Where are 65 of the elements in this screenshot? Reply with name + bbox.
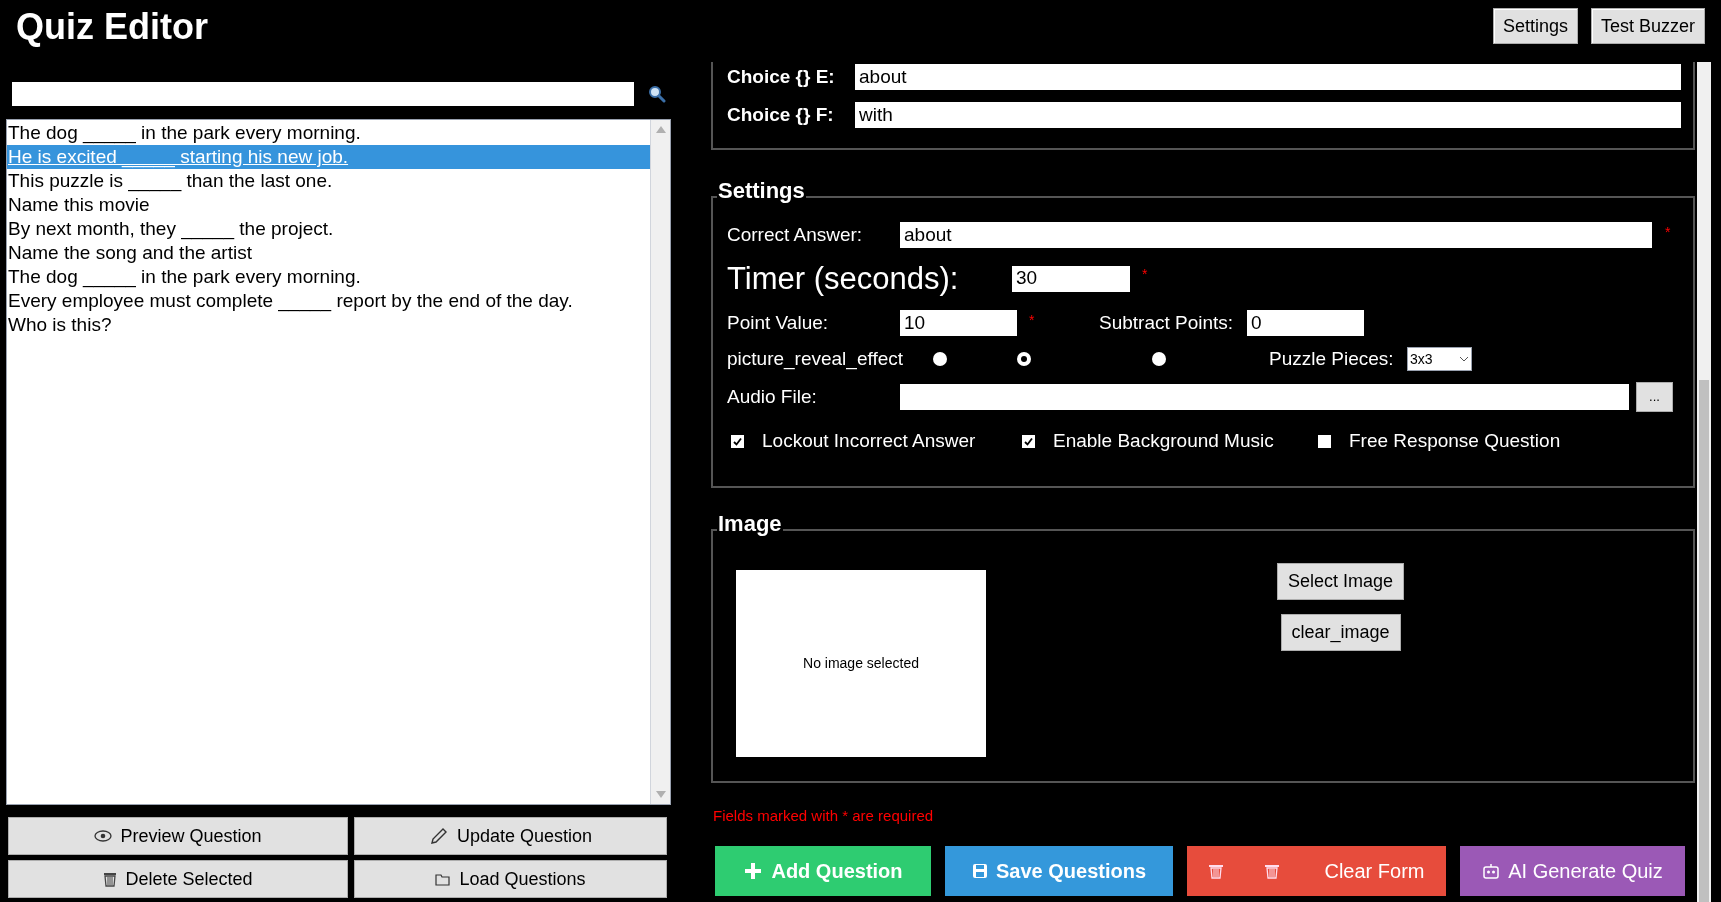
checkbox-label: Lockout Incorrect Answer	[762, 428, 976, 453]
field-label: Audio File:	[727, 384, 818, 409]
image-button[interactable]: clear_image	[1280, 614, 1401, 651]
checkbox[interactable]	[1022, 434, 1035, 448]
question-item[interactable]: Who is this?	[7, 313, 650, 337]
browse-button[interactable]: ...	[1636, 382, 1673, 412]
radio-button[interactable]	[1017, 352, 1031, 366]
field-label: Correct Answer:	[727, 222, 864, 247]
list-button[interactable]: Update Question	[354, 817, 667, 855]
chevron-down-icon	[1459, 356, 1469, 362]
window-title: Quiz Editor	[16, 6, 208, 48]
question-item[interactable]: Name the song and the artist	[7, 241, 650, 265]
checkbox[interactable]	[731, 434, 744, 448]
input-field[interactable]: 0	[1247, 310, 1364, 336]
radio-button[interactable]	[1152, 352, 1166, 366]
list-button[interactable]: Preview Question	[8, 817, 348, 855]
question-item[interactable]: The dog _____ in the park every morning.	[7, 265, 650, 289]
input-field[interactable]: 30	[1012, 265, 1130, 292]
scrollbar[interactable]	[1697, 62, 1711, 902]
search-icon[interactable]	[648, 85, 666, 103]
trash-icon	[1264, 863, 1281, 879]
header-button[interactable]: Settings	[1492, 8, 1578, 44]
question-item[interactable]: Every employee must complete _____ report by the end of the day.	[7, 289, 650, 313]
list-button[interactable]: Load Questions	[354, 860, 667, 898]
field-label: Point Value:	[727, 310, 830, 335]
action-button[interactable]: Clear Form	[1187, 846, 1446, 896]
required-note: Fields marked with * are required	[713, 807, 935, 825]
choice-field[interactable]: with	[855, 102, 1681, 128]
robot-icon	[1482, 863, 1501, 879]
header-button[interactable]: Test Buzzer	[1590, 8, 1705, 44]
search-field[interactable]	[12, 82, 634, 106]
checkbox[interactable]	[1318, 434, 1331, 448]
folder-icon	[435, 872, 452, 886]
save-icon	[971, 863, 988, 879]
field-label: picture_reveal_effect	[727, 346, 905, 372]
plus-icon	[743, 861, 764, 881]
checkbox-label: Enable Background Music	[1053, 428, 1274, 453]
trash-icon	[1208, 863, 1225, 879]
image-button[interactable]: Select Image	[1277, 563, 1405, 600]
field-label: Puzzle Pieces:	[1269, 346, 1395, 371]
trash-icon	[103, 871, 118, 887]
placeholder-text: No image selected	[803, 654, 919, 673]
field-label: Timer (seconds):	[727, 261, 960, 296]
question-item[interactable]: Name this movie	[7, 193, 650, 217]
action-button[interactable]: AI Generate Quiz	[1460, 846, 1685, 896]
required-mark: *	[1029, 311, 1036, 330]
question-item[interactable]: By next month, they _____ the project.	[7, 217, 650, 241]
input-field[interactable]: about	[900, 222, 1652, 248]
required-mark: *	[1665, 223, 1671, 242]
list-button[interactable]: Delete Selected	[8, 860, 348, 898]
required-mark: *	[1142, 265, 1148, 284]
scroll-thumb[interactable]	[1699, 380, 1709, 902]
input-field[interactable]: 10	[900, 310, 1017, 336]
question-item[interactable]: This puzzle is _____ than the last one.	[7, 169, 650, 193]
radio-button[interactable]	[933, 352, 947, 366]
question-item[interactable]: The dog _____ in the park every morning.	[7, 121, 650, 145]
eye-icon	[94, 830, 113, 842]
field-label: Choice {} F:	[727, 102, 835, 127]
input-field[interactable]	[900, 384, 1629, 410]
field-label: Choice {} E:	[727, 64, 836, 89]
pencil-icon	[428, 826, 449, 846]
dropdown[interactable]: 3x3	[1407, 347, 1472, 371]
checkbox-label: Free Response Question	[1349, 428, 1561, 453]
choice-field[interactable]: about	[855, 64, 1681, 90]
field-label: Subtract Points:	[1099, 310, 1235, 335]
